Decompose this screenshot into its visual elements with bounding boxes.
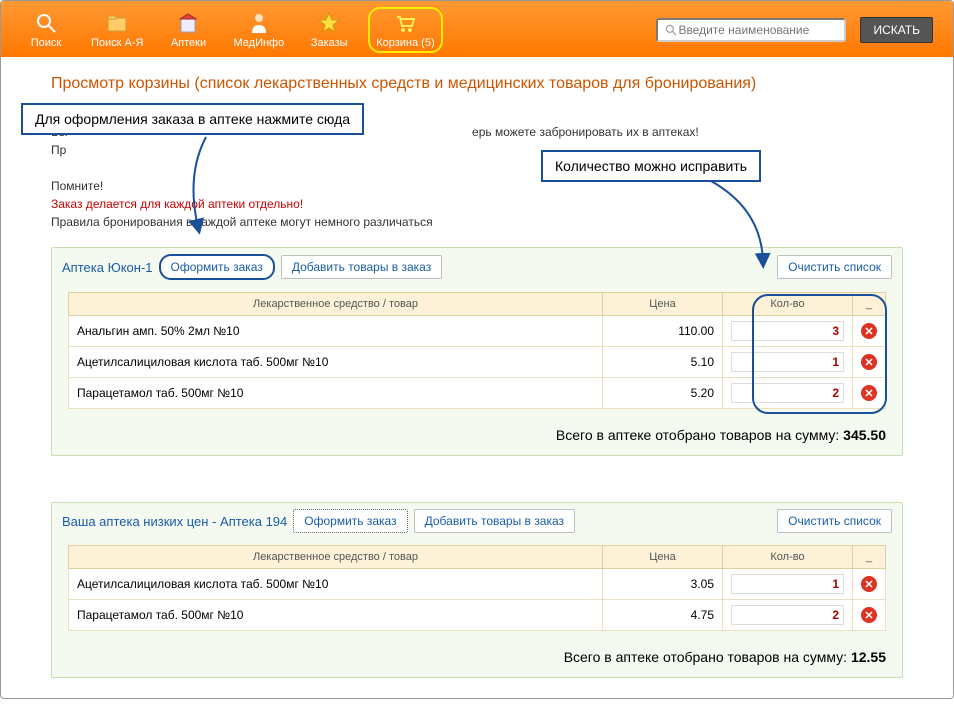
total-value: 345.50 [843, 427, 886, 443]
pharmacy-icon [176, 11, 200, 35]
main-toolbar: Поиск Поиск А-Я Аптеки МедИнфо Заказы Ко… [1, 1, 953, 57]
toolbar-label: Заказы [311, 37, 348, 49]
toolbar-label: Поиск [31, 37, 61, 49]
products-table: Лекарственное средство / товар Цена Кол-… [68, 545, 886, 631]
search-button[interactable]: ИСКАТЬ [860, 17, 933, 43]
toolbar-medinfo[interactable]: МедИнфо [227, 9, 290, 51]
table-row: Анальгин амп. 50% 2мл №10 110.00 ✕ [69, 316, 886, 347]
total-value: 12.55 [851, 649, 886, 665]
products-table: Лекарственное средство / товар Цена Кол-… [68, 292, 886, 409]
toolbar-label: Поиск А-Я [91, 37, 143, 49]
qty-input[interactable] [731, 574, 844, 594]
item-price: 5.20 [603, 378, 723, 409]
qty-input[interactable] [731, 352, 844, 372]
item-price: 3.05 [603, 569, 723, 600]
item-price: 5.10 [603, 347, 723, 378]
delete-icon[interactable]: ✕ [861, 385, 877, 401]
th-price: Цена [603, 546, 723, 569]
order-button[interactable]: Оформить заказ [159, 254, 275, 280]
intro-line: ерь можете забронировать их в аптеках! [472, 125, 699, 139]
th-name: Лекарственное средство / товар [69, 293, 603, 316]
pharmacy-total: Всего в аптеке отобрано товаров на сумму… [52, 415, 902, 455]
clear-list-button[interactable]: Очистить список [777, 255, 892, 279]
toolbar-label: Корзина (5) [376, 37, 434, 49]
qty-input[interactable] [731, 321, 844, 341]
cart-icon [393, 11, 417, 35]
callout-order: Для оформления заказа в аптеке нажмите с… [21, 103, 364, 135]
doctor-icon [247, 11, 271, 35]
pharmacy-block: Аптека Юкон-1 Оформить заказ Добавить то… [51, 247, 903, 456]
th-name: Лекарственное средство / товар [69, 546, 603, 569]
delete-icon[interactable]: ✕ [861, 576, 877, 592]
folder-icon [105, 11, 129, 35]
th-qty: Кол-во [723, 293, 853, 316]
th-del: _ [853, 546, 886, 569]
page-title: Просмотр корзины (список лекарственных с… [51, 75, 903, 93]
order-button[interactable]: Оформить заказ [293, 509, 407, 533]
pharmacy-name: Аптека Юкон-1 [62, 260, 153, 275]
toolbar-cart[interactable]: Корзина (5) [368, 7, 442, 53]
th-del: _ [853, 293, 886, 316]
search-box[interactable] [656, 18, 846, 42]
magnifier-icon [34, 11, 58, 35]
star-icon [317, 11, 341, 35]
search-icon [664, 23, 678, 37]
callout-qty: Количество можно исправить [541, 150, 761, 182]
total-label: Всего в аптеке отобрано товаров на сумму… [564, 649, 847, 665]
table-row: Парацетамол таб. 500мг №10 4.75 ✕ [69, 600, 886, 631]
pharmacy-total: Всего в аптеке отобрано товаров на сумму… [52, 637, 902, 677]
qty-input[interactable] [731, 383, 844, 403]
delete-icon[interactable]: ✕ [861, 607, 877, 623]
arrow-icon [701, 179, 781, 269]
toolbar-search-alpha[interactable]: Поиск А-Я [85, 9, 149, 51]
toolbar-label: МедИнфо [233, 37, 284, 49]
qty-input[interactable] [731, 605, 844, 625]
th-price: Цена [603, 293, 723, 316]
add-items-button[interactable]: Добавить товары в заказ [281, 255, 442, 279]
toolbar-orders[interactable]: Заказы [304, 9, 354, 51]
toolbar-label: Аптеки [171, 37, 206, 49]
toolbar-search[interactable]: Поиск [21, 9, 71, 51]
clear-list-button[interactable]: Очистить список [777, 509, 892, 533]
pharmacy-name: Ваша аптека низких цен - Аптека 194 [62, 514, 287, 529]
delete-icon[interactable]: ✕ [861, 354, 877, 370]
search-input[interactable] [678, 23, 838, 37]
add-items-button[interactable]: Добавить товары в заказ [414, 509, 575, 533]
item-name: Ацетилсалициловая кислота таб. 500мг №10 [69, 347, 603, 378]
item-price: 4.75 [603, 600, 723, 631]
item-name: Ацетилсалициловая кислота таб. 500мг №10 [69, 569, 603, 600]
item-name: Анальгин амп. 50% 2мл №10 [69, 316, 603, 347]
arrow-icon [176, 135, 216, 235]
total-label: Всего в аптеке отобрано товаров на сумму… [556, 427, 839, 443]
th-qty: Кол-во [723, 546, 853, 569]
delete-icon[interactable]: ✕ [861, 323, 877, 339]
table-row: Парацетамол таб. 500мг №10 5.20 ✕ [69, 378, 886, 409]
item-name: Парацетамол таб. 500мг №10 [69, 378, 603, 409]
pharmacy-block: Ваша аптека низких цен - Аптека 194 Офор… [51, 502, 903, 678]
table-row: Ацетилсалициловая кислота таб. 500мг №10… [69, 347, 886, 378]
item-price: 110.00 [603, 316, 723, 347]
item-name: Парацетамол таб. 500мг №10 [69, 600, 603, 631]
table-row: Ацетилсалициловая кислота таб. 500мг №10… [69, 569, 886, 600]
toolbar-pharmacies[interactable]: Аптеки [163, 9, 213, 51]
